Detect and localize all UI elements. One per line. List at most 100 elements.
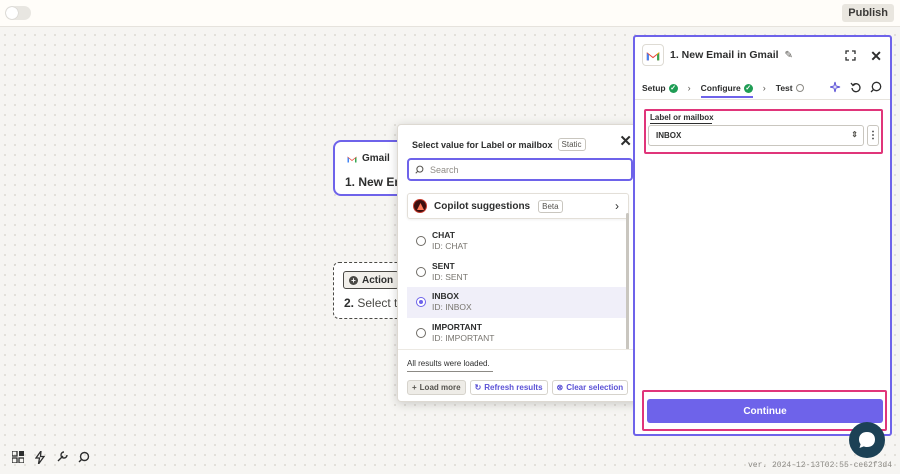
top-bar: Publish: [0, 0, 900, 27]
publish-toggle[interactable]: [5, 6, 31, 20]
option-chat[interactable]: CHAT ID: CHAT: [407, 226, 629, 257]
tab-test-label: Test: [775, 83, 793, 93]
option-name: CHAT: [432, 230, 455, 241]
radio-inbox[interactable]: [416, 297, 426, 308]
sparkle-icon[interactable]: [829, 81, 842, 96]
refresh-label: Refresh results: [484, 383, 543, 392]
value-picker-popover: Select value for Label or mailbox Static…: [397, 124, 641, 402]
results-status: All results were loaded.: [407, 359, 493, 372]
close-icon[interactable]: ✕: [619, 132, 632, 150]
option-name: INBOX: [432, 291, 459, 302]
tab-setup-label: Setup: [642, 83, 666, 93]
panel-header: 1. New Email in Gmail ✎: [642, 44, 793, 66]
step-editor-panel: 1. New Email in Gmail ✎ ✕ Setup ✓ › Confi…: [633, 35, 892, 436]
option-text: SENT ID: SENT: [432, 261, 468, 283]
popover-actions: + Load more ↻ Refresh results ⊗ Clear selec…: [407, 380, 629, 395]
more-options-icon[interactable]: ⋮: [867, 125, 879, 146]
clear-selection-button[interactable]: ⊗ Clear selection: [551, 380, 629, 395]
gmail-icon: [642, 44, 664, 66]
toggle-knob: [6, 7, 18, 19]
trigger-app: Gmail: [347, 153, 390, 164]
copilot-label: Copilot suggestions: [434, 200, 531, 212]
chat-button[interactable]: [849, 422, 885, 458]
chevron-right-icon: ›: [687, 83, 691, 93]
check-icon: ✓: [668, 83, 678, 93]
popover-title: Select value for Label or mailbox: [412, 139, 553, 150]
version-label: ver. 2024-12-13T02:55-ce62f3d4: [747, 461, 892, 470]
tab-configure[interactable]: Configure ✓: [700, 83, 753, 98]
option-id: ID: CHAT: [432, 241, 468, 252]
option-sent[interactable]: SENT ID: SENT: [407, 257, 629, 288]
bolt-icon[interactable]: [33, 450, 47, 464]
plus-icon: +: [412, 383, 417, 392]
action-title-num: 2.: [344, 296, 355, 310]
pencil-icon[interactable]: ✎: [785, 50, 793, 61]
clear-label: Clear selection: [566, 383, 624, 392]
option-id: ID: INBOX: [432, 302, 472, 313]
options-list: CHAT ID: CHAT SENT ID: SENT INBOX ID: INBOX…: [407, 226, 629, 348]
pending-icon: [795, 84, 804, 92]
radio-important[interactable]: [416, 327, 426, 338]
undo-icon[interactable]: [850, 81, 862, 96]
refresh-results-button[interactable]: ↻ Refresh results: [469, 380, 548, 395]
copilot-suggestions-button[interactable]: Copilot suggestions Beta ›: [407, 193, 629, 219]
list-scrollbar[interactable]: [626, 213, 629, 350]
option-name: SENT: [432, 260, 455, 271]
tab-configure-label: Configure: [700, 83, 741, 93]
option-inbox[interactable]: INBOX ID: INBOX: [407, 287, 629, 318]
label-select[interactable]: INBOX ⇕: [648, 125, 864, 146]
search-icon[interactable]: [77, 450, 91, 464]
search-icon: [415, 165, 424, 174]
tab-setup[interactable]: Setup ✓: [642, 83, 678, 93]
copilot-logo-icon: [413, 199, 427, 213]
wrench-icon[interactable]: [55, 450, 69, 464]
expand-icon[interactable]: [845, 49, 856, 64]
divider: [635, 99, 890, 100]
option-text: INBOX ID: INBOX: [432, 291, 472, 313]
radio-sent[interactable]: [416, 266, 426, 277]
action-tag: + Action: [343, 271, 400, 289]
gmail-icon: [347, 156, 357, 162]
publish-button[interactable]: Publish: [842, 4, 894, 22]
close-icon[interactable]: ✕: [870, 48, 882, 65]
step-tabs: Setup ✓ › Configure ✓ › Test: [642, 81, 804, 98]
static-badge: Static: [557, 138, 586, 151]
search-placeholder: Search: [430, 164, 459, 175]
option-text: IMPORTANT ID: IMPORTANT: [432, 322, 495, 344]
select-value: INBOX: [656, 131, 682, 140]
panel-controls: ✕: [845, 48, 882, 65]
continue-button[interactable]: Continue: [647, 399, 883, 423]
refresh-icon: ↻: [474, 383, 482, 392]
chevron-right-icon: ›: [615, 199, 619, 213]
action-title: 2. Select th: [344, 296, 404, 310]
action-dot-icon: +: [349, 275, 358, 285]
option-text: CHAT ID: CHAT: [432, 230, 468, 252]
tab-tools: [829, 81, 882, 96]
apps-icon[interactable]: [11, 450, 25, 464]
chevron-right-icon: ›: [762, 83, 766, 93]
check-icon: ✓: [743, 83, 753, 93]
comment-icon[interactable]: [870, 81, 882, 96]
search-input[interactable]: Search: [407, 158, 633, 181]
continue-highlight: Continue: [642, 390, 887, 431]
label-or-mailbox-field: Label or mailbox INBOX ⇕ ⋮: [644, 109, 883, 154]
radio-chat[interactable]: [416, 236, 426, 247]
beta-badge: Beta: [538, 199, 563, 213]
load-more-button[interactable]: + Load more: [407, 380, 466, 395]
trigger-app-name: Gmail: [362, 153, 390, 164]
chevron-updown-icon: ⇕: [851, 130, 858, 139]
load-more-label: Load more: [419, 383, 461, 392]
option-important[interactable]: IMPORTANT ID: IMPORTANT: [407, 318, 629, 349]
tab-test[interactable]: Test: [776, 83, 804, 93]
option-id: ID: IMPORTANT: [432, 332, 495, 343]
field-label: Label or mailbox: [650, 113, 714, 122]
panel-title[interactable]: 1. New Email in Gmail: [670, 49, 779, 61]
option-id: ID: SENT: [432, 271, 468, 282]
option-name: IMPORTANT: [432, 321, 482, 332]
canvas-toolbar: [11, 450, 91, 464]
clear-icon: ⊗: [556, 383, 564, 392]
divider: [398, 349, 640, 350]
popover-header: Select value for Label or mailbox Static: [412, 138, 586, 151]
chat-icon: [859, 432, 875, 448]
action-tag-label: Action: [362, 274, 394, 286]
